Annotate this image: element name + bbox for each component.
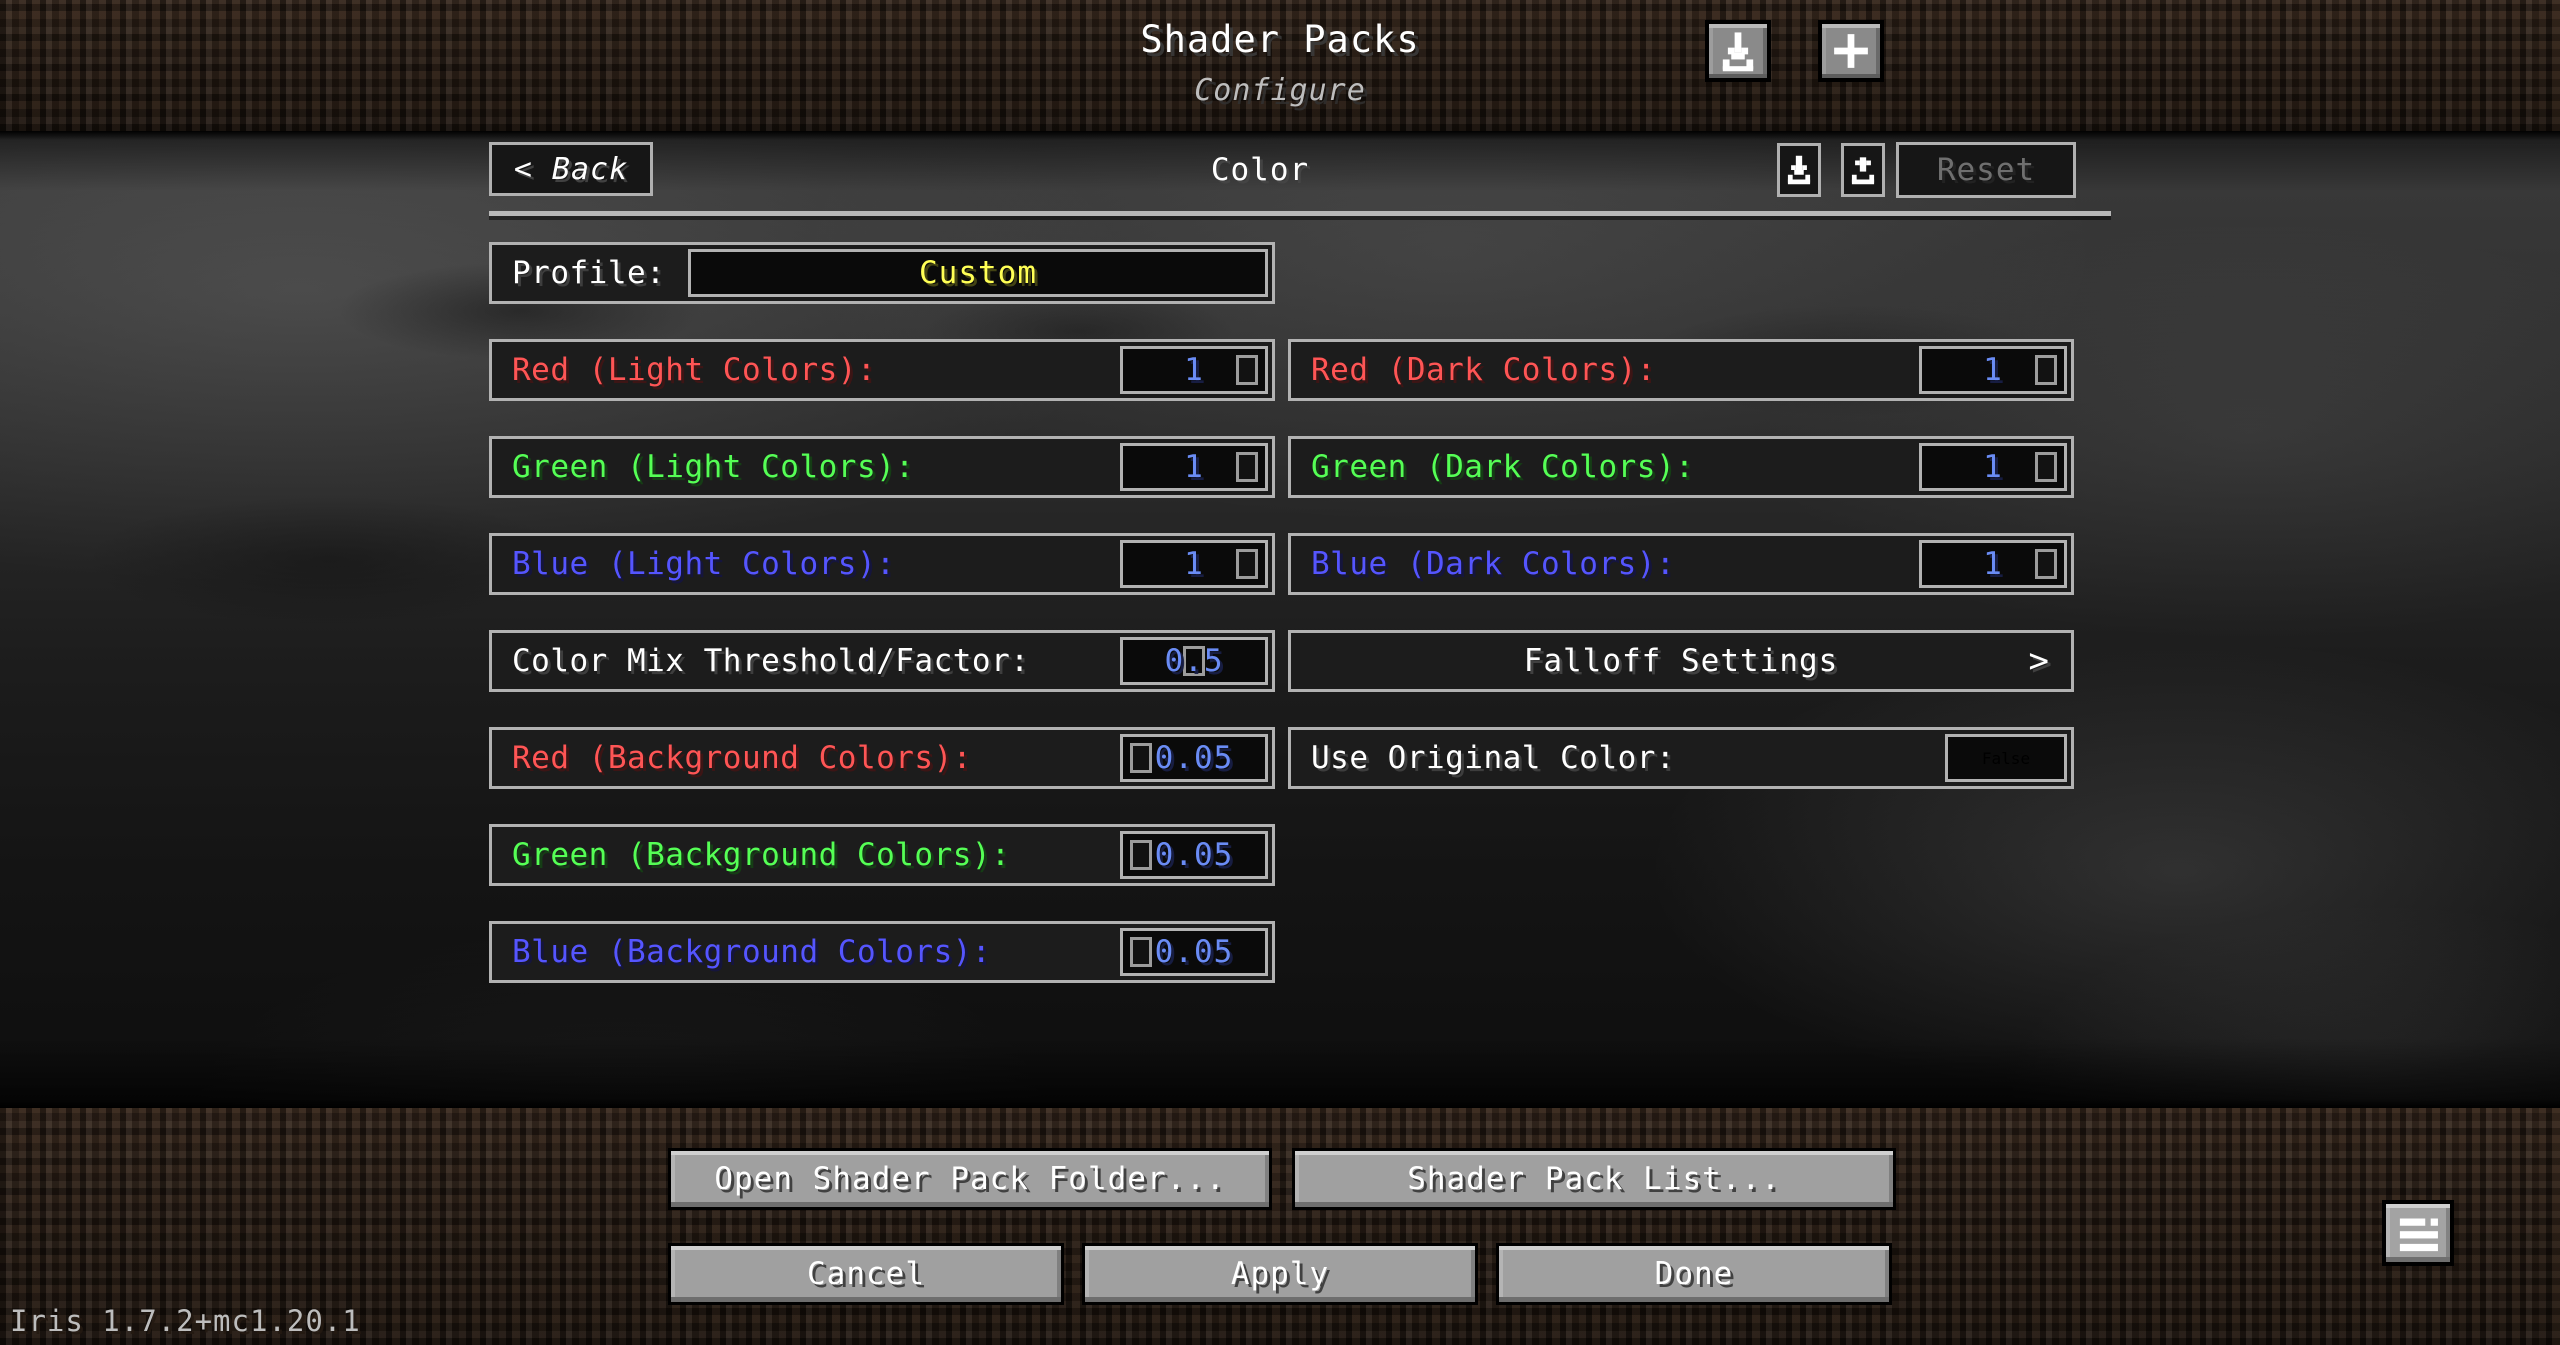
cancel-button[interactable]: Cancel xyxy=(668,1243,1064,1305)
download-icon xyxy=(1722,32,1754,72)
apply-button[interactable]: Apply xyxy=(1082,1243,1478,1305)
option-value: 1 xyxy=(1184,546,1204,582)
slider-handle[interactable] xyxy=(1236,355,1258,385)
option-row[interactable]: Blue (Background Colors): 0.05 xyxy=(489,921,1275,983)
slider-field[interactable]: 1 xyxy=(1919,443,2067,491)
slider-field[interactable]: 1 xyxy=(1120,443,1268,491)
done-button[interactable]: Done xyxy=(1496,1243,1892,1305)
slider-field[interactable]: 0.05 xyxy=(1120,734,1268,782)
slider-handle[interactable] xyxy=(1236,452,1258,482)
option-value: 0.5 xyxy=(1164,643,1224,679)
plus-icon xyxy=(1834,34,1868,68)
option-label: Red (Background Colors): xyxy=(512,740,972,776)
apply-button-label: Apply xyxy=(1230,1256,1330,1292)
submenu-label: Falloff Settings xyxy=(1523,643,1839,679)
open-shader-pack-folder-button[interactable]: Open Shader Pack Folder... xyxy=(668,1148,1272,1210)
profile-label: Profile: xyxy=(512,255,666,291)
shader-pack-list-label: Shader Pack List... xyxy=(1407,1161,1781,1197)
option-value: 0.05 xyxy=(1154,837,1234,873)
option-value: 1 xyxy=(1184,352,1204,388)
option-label: Green (Dark Colors): xyxy=(1311,449,1695,485)
back-button-label: < Back xyxy=(513,151,629,187)
back-button[interactable]: < Back xyxy=(489,142,653,196)
option-row[interactable]: Green (Light Colors): 1 xyxy=(489,436,1275,498)
header-divider-shadow xyxy=(489,216,2111,220)
option-row[interactable]: Red (Light Colors): 1 xyxy=(489,339,1275,401)
option-label: Red (Dark Colors): xyxy=(1311,352,1656,388)
option-row[interactable]: Use Original Color: False xyxy=(1288,727,2074,789)
slider-field[interactable]: 0.5 xyxy=(1120,637,1268,685)
option-label: Color Mix Threshold/Factor: xyxy=(512,643,1030,679)
option-row[interactable]: Falloff Settings > xyxy=(1288,630,2074,692)
option-label: Use Original Color: xyxy=(1311,740,1676,776)
footer-dirt-band xyxy=(0,1108,2560,1345)
slider-handle[interactable] xyxy=(1236,549,1258,579)
profile-value: Custom xyxy=(919,255,1037,291)
reset-button[interactable]: Reset xyxy=(1896,142,2076,198)
version-label: Iris 1.7.2+mc1.20.1 xyxy=(10,1304,361,1338)
option-row[interactable]: Green (Background Colors): 0.05 xyxy=(489,824,1275,886)
slider-field[interactable]: 0.05 xyxy=(1120,831,1268,879)
option-value: False xyxy=(1981,748,2031,768)
import-icon xyxy=(1787,155,1811,185)
list-options-icon xyxy=(2399,1218,2438,1252)
add-pack-button[interactable] xyxy=(1818,20,1884,82)
header-band-shadow xyxy=(0,131,2560,140)
import-settings-button[interactable] xyxy=(1777,143,1821,197)
slider-handle[interactable] xyxy=(1130,937,1152,967)
slider-field[interactable]: 1 xyxy=(1120,540,1268,588)
profile-row[interactable]: Profile: Custom xyxy=(489,242,1275,304)
option-value: 1 xyxy=(1983,546,2003,582)
option-label: Green (Light Colors): xyxy=(512,449,915,485)
option-label: Green (Background Colors): xyxy=(512,837,1011,873)
done-button-label: Done xyxy=(1654,1256,1734,1292)
slider-field[interactable]: 1 xyxy=(1919,540,2067,588)
page-subtitle: Configure xyxy=(1194,73,1366,108)
slider-field[interactable]: 1 xyxy=(1120,346,1268,394)
chevron-right-icon: > xyxy=(2028,641,2049,681)
download-pack-button[interactable] xyxy=(1705,20,1771,82)
option-row[interactable]: Blue (Light Colors): 1 xyxy=(489,533,1275,595)
shader-packs-configure-screen: Shader Packs Configure < Back Color Rese… xyxy=(0,0,2560,1345)
option-row[interactable]: Red (Background Colors): 0.05 xyxy=(489,727,1275,789)
option-label: Blue (Background Colors): xyxy=(512,934,992,970)
open-shader-pack-folder-label: Open Shader Pack Folder... xyxy=(714,1161,1226,1197)
option-value: 1 xyxy=(1184,449,1204,485)
option-value: 0.05 xyxy=(1154,934,1234,970)
option-row[interactable]: Red (Dark Colors): 1 xyxy=(1288,339,2074,401)
profile-value-field[interactable]: Custom xyxy=(688,249,1268,297)
slider-handle[interactable] xyxy=(2035,549,2057,579)
page-title: Shader Packs xyxy=(1140,18,1420,61)
export-icon xyxy=(1851,157,1875,185)
slider-handle[interactable] xyxy=(1130,743,1152,773)
slider-handle[interactable] xyxy=(2035,355,2057,385)
slider-field[interactable]: 0.05 xyxy=(1120,928,1268,976)
option-row[interactable]: Green (Dark Colors): 1 xyxy=(1288,436,2074,498)
option-label: Red (Light Colors): xyxy=(512,352,877,388)
option-label: Blue (Dark Colors): xyxy=(1311,546,1676,582)
shader-options-toggle-button[interactable] xyxy=(2382,1200,2454,1266)
footer-band-shadow xyxy=(0,1099,2560,1108)
shader-pack-list-button[interactable]: Shader Pack List... xyxy=(1292,1148,1896,1210)
boolean-toggle-field[interactable]: False xyxy=(1945,734,2067,782)
option-value: 1 xyxy=(1983,352,2003,388)
cancel-button-label: Cancel xyxy=(807,1256,925,1292)
option-value: 0.05 xyxy=(1154,740,1234,776)
export-settings-button[interactable] xyxy=(1841,143,1885,197)
option-row[interactable]: Color Mix Threshold/Factor: 0.5 xyxy=(489,630,1275,692)
reset-button-label: Reset xyxy=(1936,152,2036,188)
background-vignette xyxy=(0,131,2560,1108)
slider-field[interactable]: 1 xyxy=(1919,346,2067,394)
slider-handle[interactable] xyxy=(1130,840,1152,870)
config-page-title: Color xyxy=(1210,152,1310,188)
option-row[interactable]: Blue (Dark Colors): 1 xyxy=(1288,533,2074,595)
option-label: Blue (Light Colors): xyxy=(512,546,896,582)
option-value: 1 xyxy=(1983,449,2003,485)
slider-handle[interactable] xyxy=(2035,452,2057,482)
